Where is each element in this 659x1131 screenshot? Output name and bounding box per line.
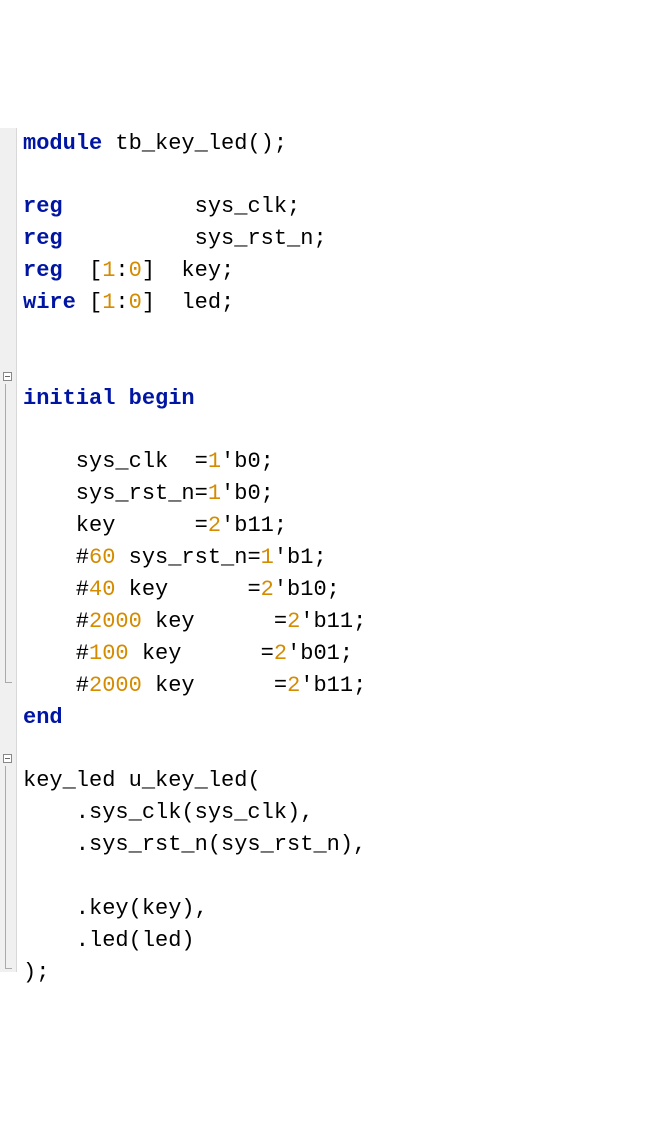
range-lo-2: 0: [129, 290, 142, 315]
init-l8e: 'b11;: [300, 673, 366, 698]
kw-end: end: [23, 705, 63, 730]
range-sep-2: :: [115, 290, 128, 315]
init-l3a: key =: [23, 513, 208, 538]
wire-pad: [76, 290, 89, 315]
init-l4b: 60: [89, 545, 115, 570]
init-l2c: 'b0;: [221, 481, 274, 506]
init-l6c: key =: [142, 609, 287, 634]
init-l8c: key =: [142, 673, 287, 698]
init-l8d: 2: [287, 673, 300, 698]
range-hi-1: 1: [102, 258, 115, 283]
inst-p3: .key(key),: [23, 896, 208, 921]
init-l1c: 'b0;: [221, 449, 274, 474]
inst-head: key_led u_key_led(: [23, 768, 261, 793]
inst-close: );: [23, 960, 49, 985]
init-l4e: 'b1;: [274, 545, 327, 570]
fold-box-inst[interactable]: [3, 754, 12, 763]
range-hi-2: 1: [102, 290, 115, 315]
init-l7b: 100: [89, 641, 129, 666]
kw-initial: initial: [23, 386, 115, 411]
editor-container: module tb_key_led(); reg sys_clk; reg sy…: [0, 128, 659, 972]
range-close-1: ]: [142, 258, 155, 283]
init-l1a: sys_clk =: [23, 449, 208, 474]
init-l7d: 2: [274, 641, 287, 666]
kw-module: module: [23, 131, 102, 156]
init-l4d: 1: [261, 545, 274, 570]
gutter: [0, 128, 17, 972]
init-l6a: #: [23, 609, 89, 634]
range-open-2: [: [89, 290, 102, 315]
module-decl: tb_key_led();: [102, 131, 287, 156]
fold-box-initial[interactable]: [3, 372, 12, 381]
range-close-2: ]: [142, 290, 155, 315]
fold-line-initial: [5, 384, 12, 683]
decl-sys-clk: sys_clk;: [63, 194, 301, 219]
range-lo-1: 0: [129, 258, 142, 283]
init-l2a: sys_rst_n=: [23, 481, 208, 506]
inst-p2: .sys_rst_n(sys_rst_n),: [23, 832, 366, 857]
decl-sys-rstn: sys_rst_n;: [63, 226, 327, 251]
fold-line-inst: [5, 766, 12, 969]
decl-key: key;: [155, 258, 234, 283]
init-l5e: 'b10;: [274, 577, 340, 602]
inst-p4: .led(led): [23, 928, 195, 953]
init-l4a: #: [23, 545, 89, 570]
init-l3b: 2: [208, 513, 221, 538]
range-sep-1: :: [115, 258, 128, 283]
init-l3c: 'b11;: [221, 513, 287, 538]
init-l2b: 1: [208, 481, 221, 506]
init-l5c: key =: [115, 577, 260, 602]
range-open-1: [: [89, 258, 102, 283]
init-l7a: #: [23, 641, 89, 666]
kw-wire: wire: [23, 290, 76, 315]
init-l1b: 1: [208, 449, 221, 474]
inst-blank: [23, 864, 76, 889]
key-pad: [63, 258, 89, 283]
init-l5d: 2: [261, 577, 274, 602]
init-l7e: 'b01;: [287, 641, 353, 666]
inst-p1: .sys_clk(sys_clk),: [23, 800, 313, 825]
init-l6e: 'b11;: [300, 609, 366, 634]
init-l8b: 2000: [89, 673, 142, 698]
init-l7c: key =: [129, 641, 274, 666]
init-l4c: sys_rst_n=: [115, 545, 260, 570]
code-area: module tb_key_led(); reg sys_clk; reg sy…: [17, 128, 366, 972]
init-l6b: 2000: [89, 609, 142, 634]
kw-begin: begin: [129, 386, 195, 411]
init-l6d: 2: [287, 609, 300, 634]
init-l8a: #: [23, 673, 89, 698]
init-l5b: 40: [89, 577, 115, 602]
init-l5a: #: [23, 577, 89, 602]
decl-led: led;: [155, 290, 234, 315]
